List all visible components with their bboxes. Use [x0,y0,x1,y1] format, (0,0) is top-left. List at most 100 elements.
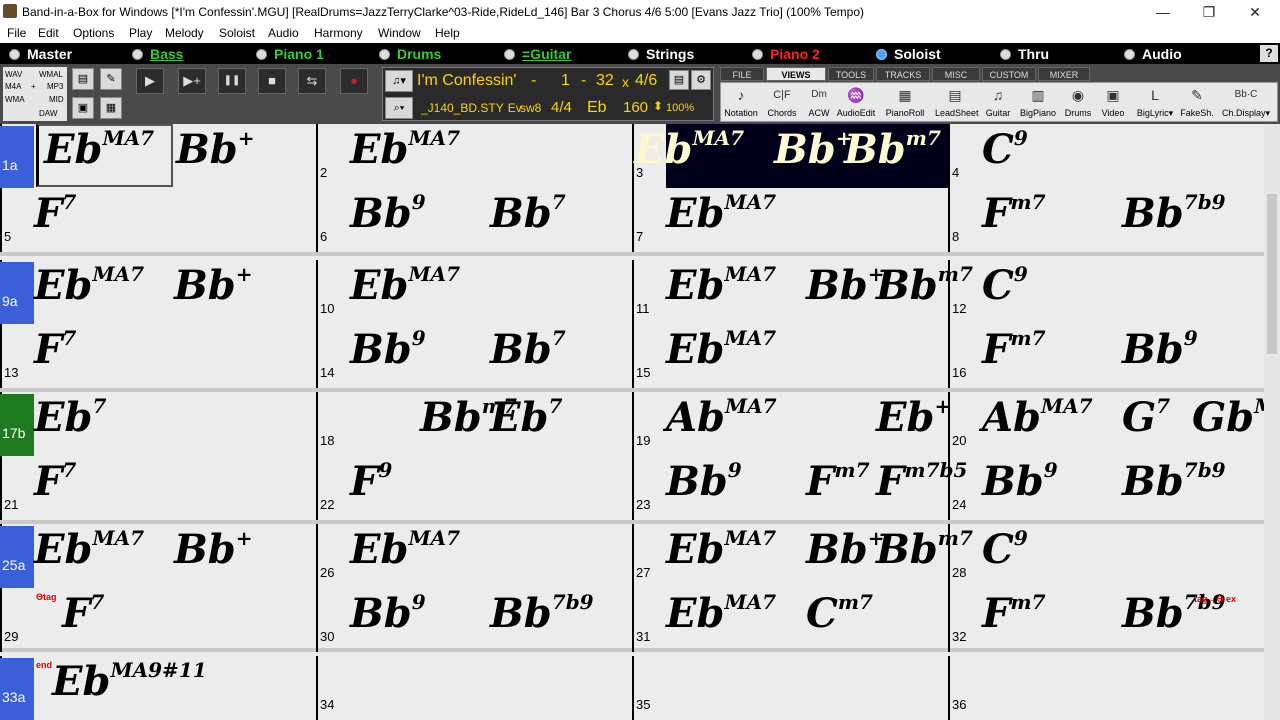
bar-22[interactable]: 22 F9 [316,456,632,520]
chord-symbol[interactable]: F9 [350,460,392,502]
tab-file[interactable]: FILE [720,67,764,81]
chord-symbol[interactable]: Bb+ [174,528,253,570]
chord-symbol[interactable]: Bb9 [666,460,742,502]
tab-mixer[interactable]: MIXER [1038,67,1090,81]
view-chord-display-button[interactable]: Bb·C Ch.Display▾ [1217,85,1275,121]
close-button[interactable]: ✕ [1232,0,1278,24]
menu-edit[interactable]: Edit [38,26,59,40]
view-fakesheet-button[interactable]: ✎ FakeSh. [1177,85,1217,121]
menu-window[interactable]: Window [378,26,421,40]
track-bass[interactable]: Bass [132,46,183,62]
view-pianoroll-button[interactable]: ▦ PianoRoll [885,85,925,121]
bar-7[interactable]: 7 EbMA7 [632,188,948,252]
track-master[interactable]: Master [9,46,72,62]
bar-2[interactable]: 2 EbMA7 [316,124,632,188]
chord-symbol[interactable]: Fm7 [806,460,869,502]
menu-file[interactable]: File [7,26,26,40]
bar-25[interactable]: 25a EbMA7 Bb+ [0,524,316,588]
chord-symbol[interactable]: F7 [34,460,76,502]
tempo[interactable]: 160 [623,99,648,116]
chord-symbol[interactable]: Eb7 [490,396,562,438]
end-bar[interactable]: 32 [596,72,614,90]
bar-13[interactable]: 13 F7 [0,324,316,388]
memo-icon[interactable]: ▤ [669,70,689,90]
minimize-button[interactable]: — [1140,0,1186,24]
chord-symbol[interactable]: G7 [1122,396,1170,438]
bar-31[interactable]: 31 EbMA7 Cm7 [632,588,948,652]
view-audioedit-button[interactable]: ♒ AudioEdit [836,85,876,121]
style-name[interactable]: _J140_BD.STY Ev [421,101,522,115]
bar-15[interactable]: 15 EbMA7 [632,324,948,388]
chord-symbol[interactable]: EbMA7 [350,128,460,170]
track-piano2[interactable]: Piano 2 [752,46,820,62]
chord-symbol[interactable]: AbMA7 [982,396,1093,438]
chord-symbol[interactable]: Bb9 [350,592,426,634]
notes-dropdown-icon[interactable]: ♫▾ [385,70,413,92]
bar-20[interactable]: 20AbMA7G7GbMA7 [948,392,1280,456]
track-guitar[interactable]: =Guitar [504,46,571,62]
key[interactable]: Eb [587,99,607,117]
chord-symbol[interactable]: Bb7b9 [1122,192,1226,234]
bar-12[interactable]: 12 C9 [948,260,1264,324]
chord-symbol[interactable]: Bb7 [490,192,566,234]
save-as-icon[interactable]: ▦ [100,97,122,119]
bar-19[interactable]: 19 AbMA7 Eb+ [632,392,951,456]
track-thru[interactable]: Thru [1000,46,1049,62]
save-icon[interactable]: ▣ [72,97,94,119]
chord-symbol[interactable]: Bb+ [174,264,253,306]
chord-symbol[interactable]: Bb7b9 [490,592,594,634]
menu-play[interactable]: Play [129,26,152,40]
bar-23[interactable]: 23 Bb9 Fm7 Fm7b5 [632,456,967,520]
open-folder-icon[interactable]: ▤ [72,68,94,90]
play-button[interactable]: ▶ [136,68,164,94]
gear-icon[interactable]: ⚙ [691,70,711,90]
bar-29[interactable]: 29 F7 Θtag [0,588,316,652]
bar-35[interactable]: 35 [632,656,948,720]
record-button[interactable]: ● [340,68,368,94]
bar-17[interactable]: 17b Eb7 [0,392,316,456]
bar-32[interactable]: 32 Fm7 Bb7b9 tag→Θ ex [948,588,1264,652]
vertical-scrollbar[interactable] [1264,124,1280,720]
chord-symbol[interactable]: F7 [34,192,76,234]
bar-9[interactable]: 9a EbMA7 Bb+ [0,260,316,324]
view-biglyric-button[interactable]: L BigLyric▾ [1132,85,1178,121]
bar-33[interactable]: 33a EbMA9#11 end [0,656,316,720]
bar-10[interactable]: 10 EbMA7 [316,260,632,324]
maximize-button[interactable]: ❐ [1186,0,1232,24]
song-title[interactable]: I'm Confessin' [417,72,516,90]
loop-button[interactable]: ⇆ [298,68,326,94]
play-from-button[interactable]: ▶+ [178,68,206,94]
time-signature[interactable]: 4/4 [551,99,572,116]
chord-symbol[interactable]: Bb7b9 [1122,460,1226,502]
view-drums-button[interactable]: ◉ Drums [1058,85,1098,121]
bar-36[interactable]: 36 [948,656,1264,720]
tab-tracks[interactable]: TRACKS [876,67,930,81]
track-soloist[interactable]: Soloist [876,46,941,62]
tab-tools[interactable]: TOOLS [828,67,874,81]
scrollbar-thumb[interactable] [1267,194,1277,354]
pause-button[interactable]: ❚❚ [218,68,246,94]
view-guitar-button[interactable]: ♫ Guitar [978,85,1018,121]
chord-symbol[interactable]: EbMA7 [350,528,460,570]
bar-28[interactable]: 28 C9 [948,524,1264,588]
tab-custom[interactable]: CUSTOM [982,67,1036,81]
chord-symbol[interactable]: Bb7 [490,328,566,370]
chord-symbol[interactable]: EbMA9#11 [52,660,207,702]
chord-symbol[interactable]: C9 [982,128,1028,170]
chord-symbol[interactable]: EbMA7 [666,192,776,234]
chord-symbol[interactable]: C9 [982,528,1028,570]
chord-symbol[interactable]: EbMA7 [34,264,144,306]
chord-symbol[interactable]: Bb+ [774,128,853,170]
chord-symbol[interactable]: Cm7 [806,592,873,634]
chord-symbol[interactable]: F7 [34,328,76,370]
chord-symbol[interactable]: EbMA7 [34,528,144,570]
bar-27[interactable]: 27 EbMA7 Bb+ Bbm7 [632,524,973,588]
chord-symbol[interactable]: Bb9 [982,460,1058,502]
save-format-panel[interactable]: WAV WMAL M4A + MP3 WMA MID DAW [3,67,67,121]
tempo-percent[interactable]: 100% [666,102,694,114]
track-piano1[interactable]: Piano 1 [256,46,324,62]
bar-16[interactable]: 16 Fm7 Bb9 [948,324,1264,388]
chorus-count[interactable]: 4/6 [635,72,657,90]
feel[interactable]: sw8 [520,101,541,115]
view-chords-button[interactable]: C|F Chords [762,85,802,121]
